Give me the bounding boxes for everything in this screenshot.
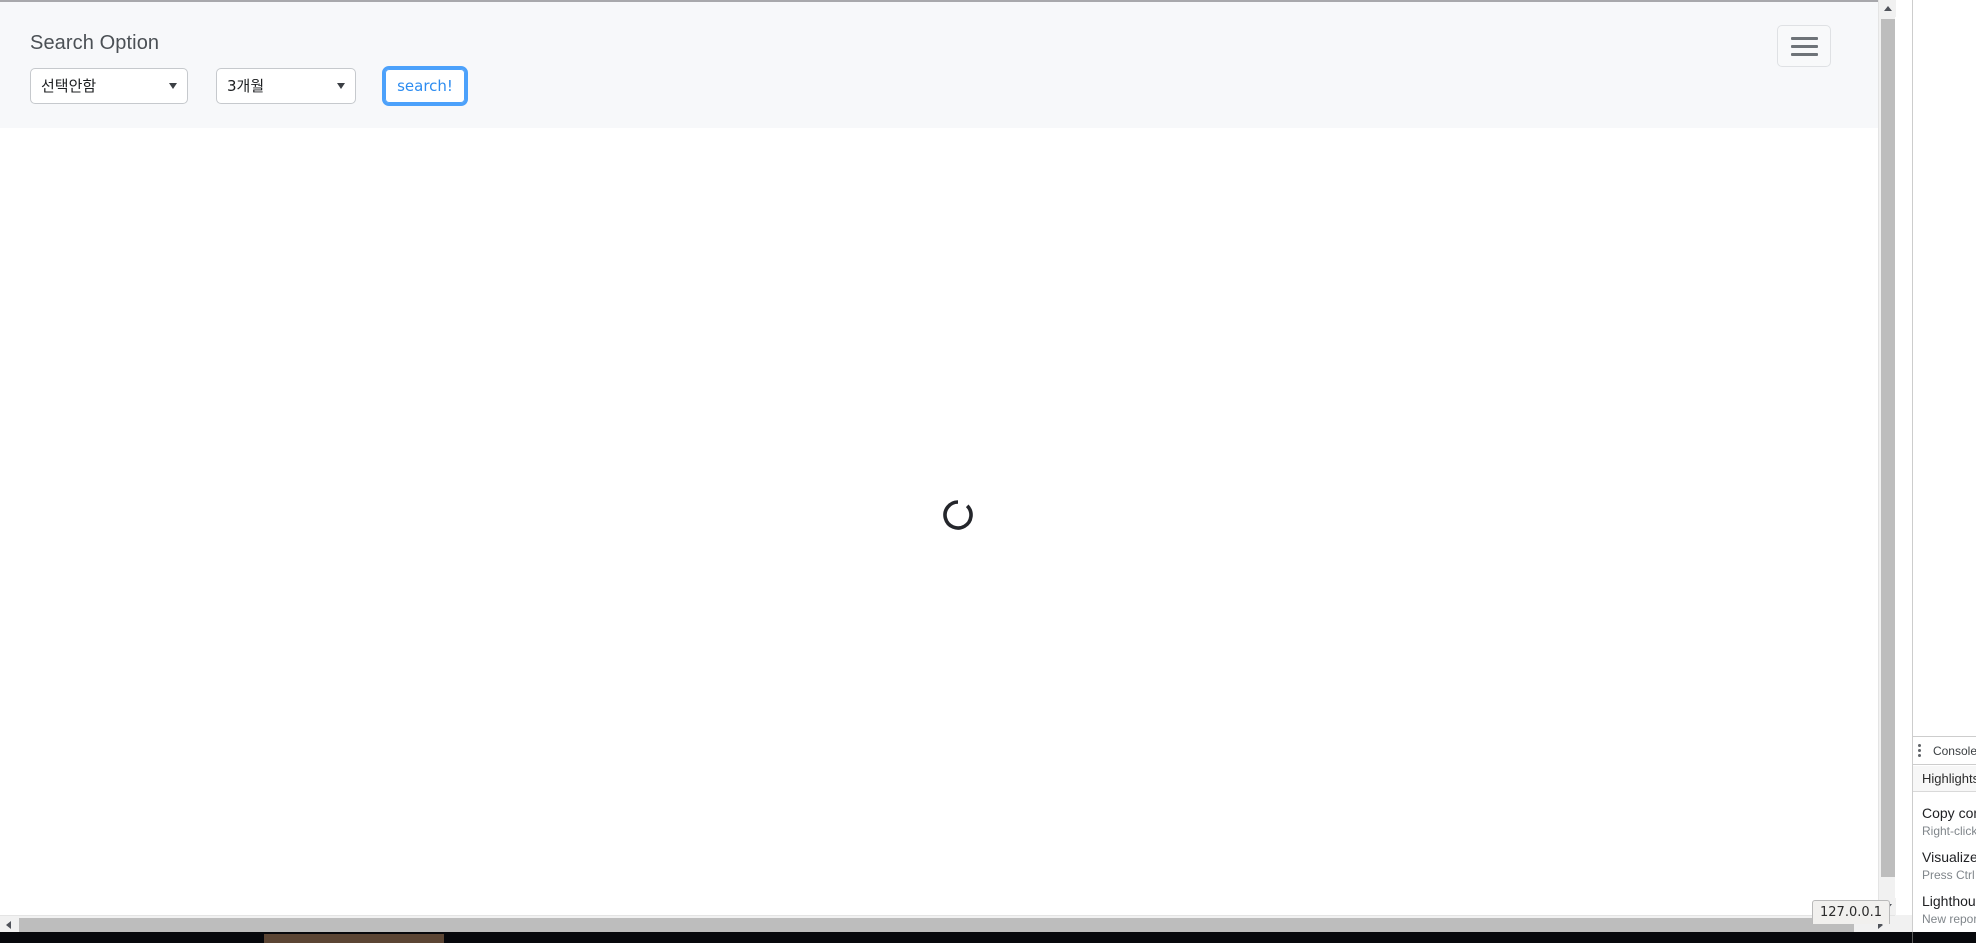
tab-console[interactable]: Console — [1933, 744, 1976, 758]
whats-new-item-title[interactable]: Lighthouse — [1922, 893, 1976, 909]
os-taskbar-accent — [264, 934, 444, 943]
whats-new-item-desc: Right-click an element — [1922, 824, 1976, 838]
triangle-left-icon — [6, 920, 11, 929]
devtools-subbar: Highlights — [1913, 766, 1976, 792]
vertical-scrollbar[interactable] — [1878, 0, 1896, 915]
highlights-label: Highlights — [1922, 771, 1976, 786]
search-controls: 선택안함 3개월 search! — [30, 66, 468, 106]
triangle-up-icon — [1883, 6, 1892, 11]
page-title: Search Option — [30, 32, 160, 54]
period-select-wrapper[interactable]: 3개월 — [216, 68, 356, 104]
os-taskbar-divider — [1912, 932, 1913, 943]
category-select[interactable]: 선택안함 — [30, 68, 188, 104]
hamburger-bar — [1790, 44, 1818, 48]
whats-new-item-desc: New report — [1922, 912, 1976, 926]
hamburger-bar — [1790, 52, 1818, 56]
vertical-scrollbar-thumb[interactable] — [1881, 19, 1895, 877]
kebab-dot — [1918, 754, 1922, 757]
loading-spinner-icon — [942, 499, 974, 531]
horizontal-scrollbar-thumb[interactable] — [19, 918, 1854, 932]
scroll-left-button[interactable] — [0, 916, 17, 933]
scroll-up-button[interactable] — [1879, 0, 1896, 17]
devtools-tabbar: Console — [1913, 736, 1976, 765]
scrollbar-corner — [1895, 915, 1912, 932]
kebab-dot — [1918, 744, 1922, 747]
main-content — [0, 128, 1895, 915]
kebab-menu-icon[interactable] — [1917, 744, 1923, 757]
search-button[interactable]: search! — [382, 66, 468, 106]
status-bar-url: 127.0.0.1 — [1812, 900, 1891, 924]
kebab-dot — [1918, 749, 1922, 752]
category-select-wrapper[interactable]: 선택안함 — [30, 68, 188, 104]
period-select[interactable]: 3개월 — [216, 68, 356, 104]
whats-new-item-desc: Press Ctrl to see layout shifts. — [1922, 868, 1976, 882]
hamburger-menu-icon[interactable] — [1777, 25, 1831, 67]
whats-new-item-title[interactable]: Copy commands — [1922, 805, 1976, 821]
horizontal-scrollbar[interactable] — [0, 915, 1895, 932]
whats-new-item-title[interactable]: Visualize layout shifts — [1922, 849, 1976, 865]
search-option-header: Search Option 선택안함 3개월 search! — [0, 2, 1895, 128]
hamburger-bar — [1790, 36, 1818, 40]
page-content: Search Option 선택안함 3개월 search! — [0, 0, 1895, 915]
devtools-upper-area — [1913, 0, 1976, 736]
whats-new-list: Copy commands Right-click an element Vis… — [1913, 793, 1976, 943]
browser-viewport: Search Option 선택안함 3개월 search! 127.0.0.1… — [0, 0, 1976, 943]
devtools-panel: Console Highlights Copy commands Right-c… — [1912, 0, 1976, 943]
